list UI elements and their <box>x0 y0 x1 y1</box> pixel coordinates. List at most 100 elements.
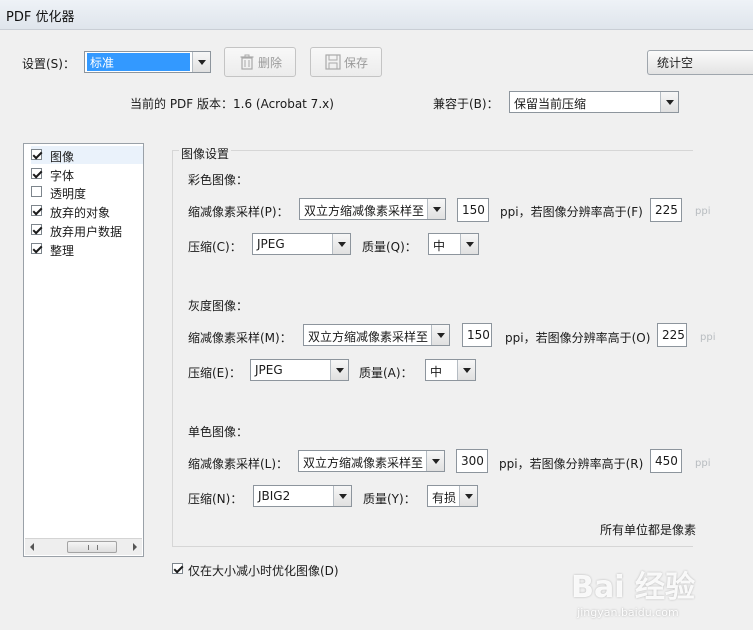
settings-label: 设置(S)： <box>22 57 75 71</box>
gray-quality-label: 质量(A)： <box>359 366 413 380</box>
mono-quality-label: 质量(Y)： <box>363 492 416 506</box>
color-downsample-label: 缩减像素采样(P)： <box>188 205 289 219</box>
optimize-label: 仅在大小减小时优化图像(D) <box>188 564 339 578</box>
chevron-down-icon <box>660 92 678 112</box>
gray-downsample-value: 双立方缩减像素采样至 <box>308 330 429 344</box>
horizontal-scrollbar[interactable] <box>25 538 142 555</box>
chevron-down-icon <box>192 52 210 72</box>
mono-unit-hint: ppi <box>695 458 711 469</box>
category-label: 放弃用户数据 <box>50 225 123 239</box>
scrollbar-thumb[interactable] <box>67 541 117 553</box>
chevron-down-icon <box>460 234 478 254</box>
scroll-left-icon[interactable] <box>30 543 34 551</box>
mono-downsample-label: 缩减像素采样(L)： <box>188 457 289 471</box>
chevron-down-icon <box>459 486 477 506</box>
units-note: 所有单位都是像素 <box>600 523 697 537</box>
stats-button[interactable]: 统计空 <box>647 50 753 75</box>
color-threshold-input[interactable]: 225 <box>650 198 682 222</box>
color-threshold-label: ppi，若图像分辨率高于(F) <box>500 205 643 219</box>
floppy-disk-icon <box>324 53 342 71</box>
mono-compression-select[interactable]: JBIG2 <box>253 485 352 507</box>
delete-button-label: 删除 <box>257 55 282 70</box>
category-checkbox[interactable] <box>31 243 42 254</box>
mono-quality-value: 有损 <box>432 491 457 505</box>
mono-compression-label: 压缩(N)： <box>188 492 243 506</box>
compat-label: 兼容于(B)： <box>433 97 499 111</box>
gray-threshold-input[interactable]: 225 <box>657 323 687 347</box>
watermark-logo: Bai 经验 <box>571 570 695 605</box>
gray-quality-value: 中 <box>430 365 443 379</box>
window-title: PDF 优化器 <box>6 10 75 25</box>
category-checkbox[interactable] <box>31 168 42 179</box>
gray-ppi-input[interactable]: 150 <box>462 323 492 347</box>
category-item-discard-user-data[interactable]: 放弃用户数据 <box>31 221 143 239</box>
mono-downsample-select[interactable]: 双立方缩减像素采样至 <box>298 450 445 472</box>
gray-images-heading: 灰度图像： <box>188 299 249 313</box>
color-compression-label: 压缩(C)： <box>188 240 242 254</box>
title-bar: PDF 优化器 <box>0 0 753 30</box>
category-item-fonts[interactable]: 字体 <box>31 165 143 183</box>
mono-quality-select[interactable]: 有损 <box>427 485 478 507</box>
color-quality-select[interactable]: 中 <box>428 233 479 255</box>
category-checkbox[interactable] <box>31 224 42 235</box>
category-item-discard-objects[interactable]: 放弃的对象 <box>31 202 143 220</box>
chevron-down-icon <box>332 234 350 254</box>
chevron-down-icon <box>427 199 445 219</box>
color-downsample-select[interactable]: 双立方缩减像素采样至 <box>299 198 446 220</box>
chevron-down-icon <box>431 325 449 345</box>
delete-button[interactable]: 删除 <box>224 47 296 77</box>
baidu-watermark: Bai 经验 jingyan.baidu.com <box>571 562 695 619</box>
settings-value: 标准 <box>87 53 190 71</box>
compat-value: 保留当前压缩 <box>514 97 587 111</box>
category-label: 图像 <box>50 150 75 164</box>
color-quality-value: 中 <box>433 239 446 253</box>
color-quality-label: 质量(Q)： <box>362 240 417 254</box>
optimize-checkbox[interactable] <box>172 563 183 574</box>
chevron-down-icon <box>426 451 444 471</box>
scroll-right-icon[interactable] <box>133 543 137 551</box>
gray-compression-value: JPEG <box>255 363 283 377</box>
gray-quality-select[interactable]: 中 <box>425 359 476 381</box>
stats-button-label: 统计空 <box>657 56 694 70</box>
chevron-down-icon <box>330 360 348 380</box>
gray-compression-label: 压缩(E)： <box>188 366 241 380</box>
gray-compression-select[interactable]: JPEG <box>250 359 349 381</box>
category-label: 字体 <box>50 169 75 183</box>
compat-select[interactable]: 保留当前压缩 <box>509 91 679 113</box>
category-label: 放弃的对象 <box>50 206 111 220</box>
color-compression-select[interactable]: JPEG <box>252 233 351 255</box>
gray-threshold-label: ppi，若图像分辨率高于(O) <box>505 331 651 345</box>
category-checkbox[interactable] <box>31 205 42 216</box>
mono-threshold-label: ppi，若图像分辨率高于(R) <box>499 457 644 471</box>
category-checkbox[interactable] <box>31 186 42 197</box>
settings-select[interactable]: 标准 <box>84 51 211 73</box>
category-list: 图像 字体 透明度 放弃的对象 放弃用户数据 整理 <box>23 143 144 557</box>
color-compression-value: JPEG <box>257 237 285 251</box>
color-ppi-input[interactable]: 150 <box>457 198 489 222</box>
mono-downsample-value: 双立方缩减像素采样至 <box>303 456 424 470</box>
mono-threshold-input[interactable]: 450 <box>650 449 682 473</box>
color-downsample-value: 双立方缩减像素采样至 <box>304 204 425 218</box>
category-label: 透明度 <box>50 187 87 201</box>
chevron-down-icon <box>333 486 351 506</box>
category-item-clean-up[interactable]: 整理 <box>31 240 143 258</box>
category-item-images[interactable]: 图像 <box>31 146 143 164</box>
category-item-transparency[interactable]: 透明度 <box>31 183 143 201</box>
save-button[interactable]: 保存 <box>310 47 382 77</box>
trash-icon <box>238 53 256 71</box>
category-label: 整理 <box>50 244 75 258</box>
color-unit-hint: ppi <box>695 206 711 217</box>
optimize-only-if-smaller[interactable]: 仅在大小减小时优化图像(D) <box>172 561 372 579</box>
save-button-label: 保存 <box>343 55 368 70</box>
category-checkbox[interactable] <box>31 149 42 160</box>
mono-images-heading: 单色图像： <box>188 425 249 439</box>
gray-unit-hint: ppi <box>700 332 716 343</box>
gray-downsample-select[interactable]: 双立方缩减像素采样至 <box>303 324 450 346</box>
watermark-url: jingyan.baidu.com <box>577 606 679 619</box>
image-settings-title: 图像设置 <box>179 145 232 162</box>
color-images-heading: 彩色图像： <box>188 173 249 187</box>
pdf-version-text: 当前的 PDF 版本：1.6 (Acrobat 7.x) <box>130 97 334 111</box>
chevron-down-icon <box>457 360 475 380</box>
gray-downsample-label: 缩减像素采样(M)： <box>188 331 292 345</box>
mono-ppi-input[interactable]: 300 <box>456 449 488 473</box>
